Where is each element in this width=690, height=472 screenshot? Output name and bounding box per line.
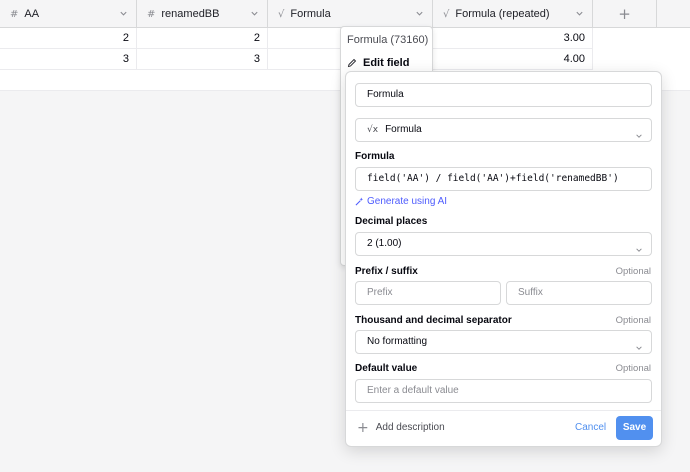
prefix-suffix-label: Prefix / suffix: [355, 266, 418, 277]
formula-label: Formula: [355, 151, 395, 162]
add-description-label: Add description: [375, 422, 445, 433]
cell-formula-repeated[interactable]: 3.00: [433, 28, 593, 49]
save-button[interactable]: Save: [616, 416, 653, 440]
chevron-down-icon[interactable]: [575, 9, 584, 18]
plus-icon: +: [357, 419, 369, 436]
edit-field-menu-item[interactable]: Edit field: [347, 57, 409, 69]
chevron-down-icon[interactable]: [415, 9, 424, 18]
add-description-button[interactable]: + Add description: [357, 419, 445, 436]
add-column-button[interactable]: +: [593, 0, 657, 28]
grid-header: # AA # renamedBB √ Formula √ Formula (re…: [0, 0, 690, 28]
modal-footer: + Add description Cancel Save: [346, 410, 661, 446]
formula-icon: √: [443, 8, 450, 20]
default-value-label: Default value: [355, 363, 418, 374]
chevron-down-icon[interactable]: [119, 9, 128, 18]
optional-label: Optional: [615, 266, 651, 277]
column-header-aa[interactable]: # AA: [0, 0, 137, 28]
edit-field-label: Edit field: [363, 57, 410, 69]
column-header-formula[interactable]: √ Formula: [268, 0, 433, 28]
number-icon: #: [10, 8, 19, 20]
pencil-icon: [347, 58, 357, 68]
optional-label: Optional: [615, 363, 651, 374]
formula-input[interactable]: field('AA') / field('AA')+field('renamed…: [355, 167, 652, 191]
decimal-places-value: 2 (1.00): [367, 238, 402, 249]
column-header-label: AA: [24, 8, 40, 20]
formula-icon: √: [278, 8, 285, 20]
cell-formula-repeated[interactable]: 4.00: [433, 49, 593, 70]
column-header-formula-repeated[interactable]: √ Formula (repeated): [433, 0, 593, 28]
edit-field-modal: Formula √x Formula Formula field('AA') / …: [345, 71, 662, 447]
table-row[interactable]: 3 3 4.00: [0, 49, 593, 70]
chevron-down-icon: [635, 339, 643, 361]
prefix-input[interactable]: Prefix: [355, 281, 501, 305]
separator-label: Thousand and decimal separator: [355, 315, 512, 326]
cell-aa[interactable]: 3: [0, 49, 137, 70]
column-header-label: Formula: [290, 8, 331, 20]
column-header-renamedbb[interactable]: # renamedBB: [137, 0, 268, 28]
cell-renamedbb[interactable]: 2: [137, 28, 268, 49]
generate-ai-link[interactable]: Generate using AI: [355, 196, 447, 207]
separator-select[interactable]: No formatting: [355, 330, 652, 354]
formula-icon: √x: [367, 125, 379, 135]
cancel-button[interactable]: Cancel: [575, 422, 606, 433]
optional-label: Optional: [615, 315, 651, 326]
field-name-input[interactable]: Formula: [355, 83, 652, 107]
separator-value: No formatting: [367, 336, 428, 347]
magic-wand-icon: [355, 197, 364, 206]
chevron-down-icon: [635, 127, 643, 149]
field-type-select[interactable]: √x Formula: [355, 118, 652, 142]
decimal-places-label: Decimal places: [355, 216, 428, 227]
chevron-down-icon: [635, 241, 643, 263]
cell-aa[interactable]: 2: [0, 28, 137, 49]
suffix-input[interactable]: Suffix: [506, 281, 652, 305]
default-value-input[interactable]: Enter a default value: [355, 379, 652, 403]
context-menu-title: Formula (73160): [347, 34, 429, 46]
chevron-down-icon[interactable]: [250, 9, 259, 18]
number-icon: #: [147, 8, 156, 20]
table-row[interactable]: 2 2 3.00: [0, 28, 593, 49]
cell-renamedbb[interactable]: 3: [137, 49, 268, 70]
decimal-places-select[interactable]: 2 (1.00): [355, 232, 652, 256]
generate-ai-label: Generate using AI: [367, 196, 448, 207]
field-type-value: Formula: [385, 124, 422, 135]
column-header-label: renamedBB: [161, 8, 220, 20]
column-header-label: Formula (repeated): [455, 8, 550, 20]
